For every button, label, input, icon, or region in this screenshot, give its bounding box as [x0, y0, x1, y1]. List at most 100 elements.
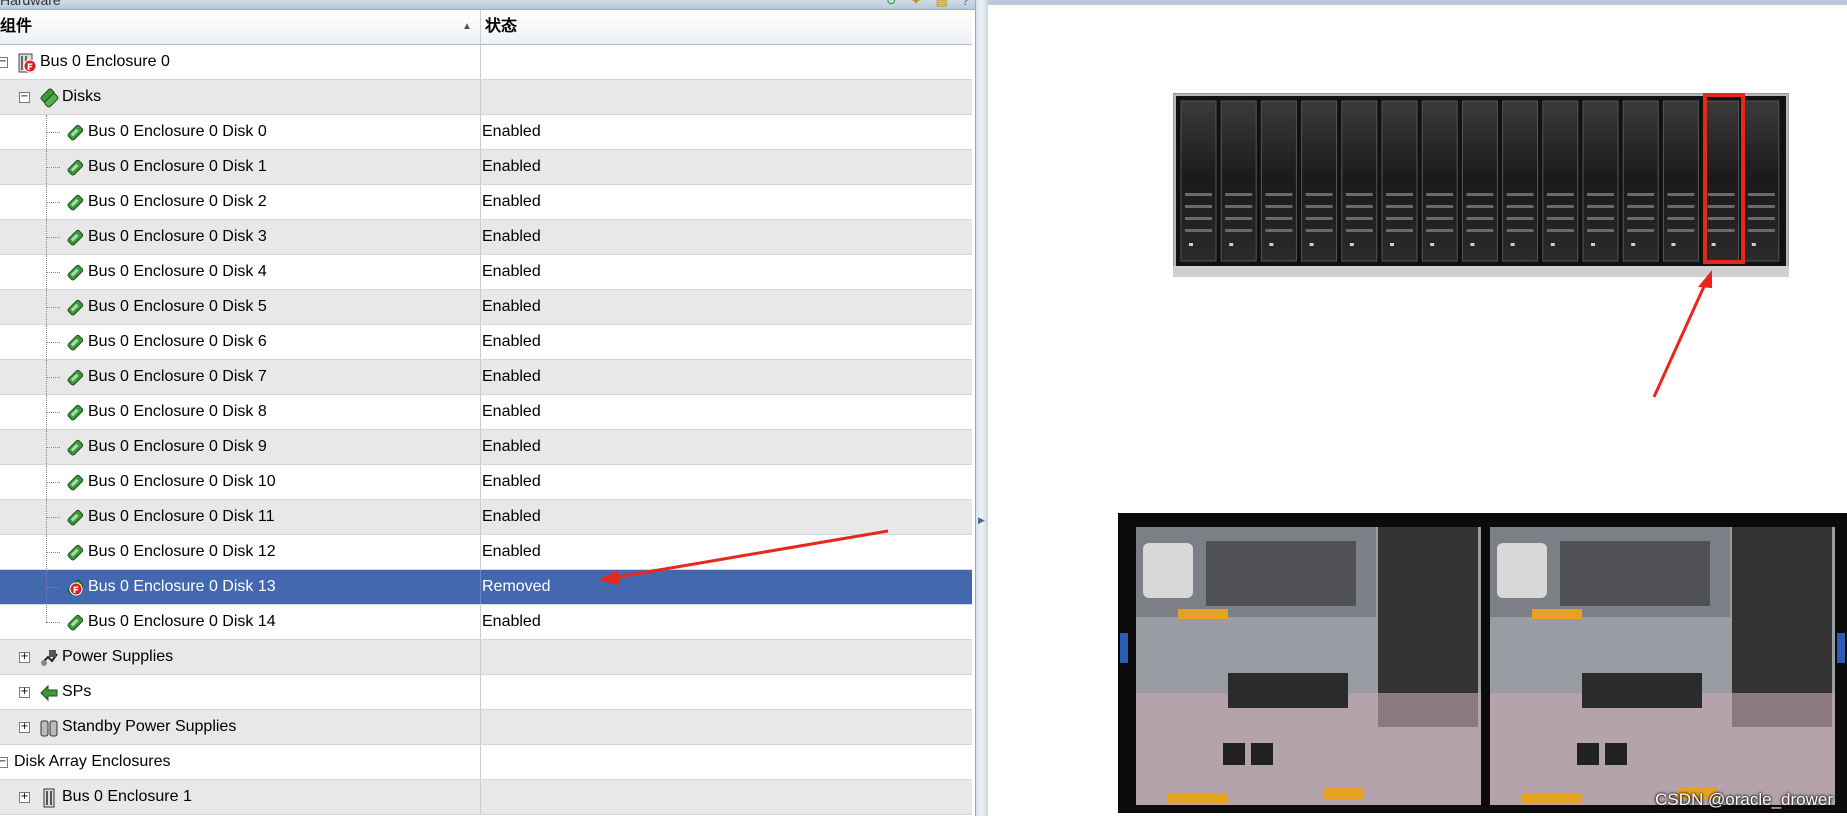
tree-row[interactable]: Bus 0 Enclosure 0 Disk 4 Enabled — [0, 255, 972, 290]
tree-row-status: Enabled — [482, 193, 541, 210]
tree-row-status: Enabled — [482, 368, 541, 385]
disk-slot — [1662, 100, 1699, 262]
storage-processor-b — [1490, 527, 1835, 805]
tree-row[interactable]: + SPs — [0, 675, 972, 710]
tree-row[interactable]: Bus 0 Enclosure 0 Disk 11 Enabled — [0, 500, 972, 535]
tree-row-label: Bus 0 Enclosure 0 Disk 5 — [88, 298, 267, 315]
disk-icon — [65, 473, 85, 493]
column-divider — [480, 395, 481, 429]
tree-row[interactable]: − Disk Array Enclosures — [0, 745, 972, 780]
table-header: 组件 ▲ 状态 — [0, 10, 972, 45]
tree-row[interactable]: Bus 0 Enclosure 0 Disk 5 Enabled — [0, 290, 972, 325]
tree-row[interactable]: − Disks — [0, 80, 972, 115]
tree-row-status: Enabled — [482, 508, 541, 525]
disk-slot — [1502, 100, 1539, 262]
watermark-text: CSDN @oracle_drower — [1655, 790, 1833, 809]
tree-row-label: SPs — [62, 683, 92, 700]
tree-row-status: Enabled — [482, 543, 541, 560]
help-icon[interactable]: ? — [962, 0, 969, 9]
tree-row[interactable]: Bus 0 Enclosure 0 Disk 12 Enabled — [0, 535, 972, 570]
disk-slot — [1461, 100, 1498, 262]
disk-icon — [65, 193, 85, 213]
tree-row-label: Bus 0 Enclosure 0 Disk 11 — [88, 508, 275, 525]
expand-toggle[interactable]: + — [19, 722, 30, 733]
column-divider — [480, 360, 481, 394]
tree-row[interactable]: Bus 0 Enclosure 0 Disk 14 Enabled — [0, 605, 972, 640]
tree-row[interactable]: + Power Supplies — [0, 640, 972, 675]
tree-row-label: Standby Power Supplies — [62, 718, 237, 735]
disk-slot — [1582, 100, 1619, 262]
column-divider — [480, 255, 481, 289]
filter-icon[interactable]: ✦ — [911, 0, 922, 9]
tree-connector — [46, 605, 47, 622]
expand-toggle[interactable]: + — [19, 652, 30, 663]
tree-row[interactable]: F Bus 0 Enclosure 0 Disk 13 Removed — [0, 570, 972, 605]
disk-icon — [65, 508, 85, 528]
tree-row[interactable]: Bus 0 Enclosure 0 Disk 2 Enabled — [0, 185, 972, 220]
tree-row-label: Power Supplies — [62, 648, 174, 665]
tree-connector — [46, 552, 60, 553]
tree-connector — [46, 307, 60, 308]
sort-ascending-icon[interactable]: ▲ — [462, 10, 472, 44]
expand-toggle[interactable]: + — [19, 792, 30, 803]
collapse-toggle[interactable]: − — [0, 757, 8, 768]
panel-splitter[interactable]: ▶ — [975, 0, 989, 816]
tree-row-label: Bus 0 Enclosure 0 Disk 1 — [88, 158, 267, 175]
tree-connector — [46, 517, 60, 518]
column-header-component[interactable]: 组件 ▲ — [0, 10, 481, 44]
tree-row[interactable]: + Standby Power Supplies — [0, 710, 972, 745]
tree-row-status: Enabled — [482, 263, 541, 280]
tree-connector — [46, 132, 60, 133]
disk-slot — [1421, 100, 1458, 262]
tree-connector — [46, 447, 60, 448]
disks-group-icon — [39, 88, 59, 108]
column-header-status[interactable]: 状态 — [485, 10, 517, 44]
column-divider — [480, 710, 481, 744]
disk-slot — [1220, 100, 1257, 262]
tree-connector — [46, 342, 60, 343]
disk-icon — [65, 123, 85, 143]
tree-connector — [46, 202, 60, 203]
collapse-arrow-icon[interactable]: ▶ — [978, 515, 985, 526]
column-divider — [480, 115, 481, 149]
column-divider — [480, 45, 481, 79]
panel-titlebar: Hardware ↻ ✦ ▤ ? — [0, 0, 975, 10]
tree-row[interactable]: Bus 0 Enclosure 0 Disk 10 Enabled — [0, 465, 972, 500]
collapse-toggle[interactable]: − — [0, 57, 8, 68]
tree-row-label: Bus 0 Enclosure 0 Disk 12 — [88, 543, 276, 560]
tree-connector — [46, 412, 60, 413]
column-divider — [480, 465, 481, 499]
tree-row[interactable]: Bus 0 Enclosure 0 Disk 1 Enabled — [0, 150, 972, 185]
tree-row-label: Bus 0 Enclosure 0 Disk 10 — [88, 473, 276, 490]
tree-row-status: Enabled — [482, 333, 541, 350]
disk-icon — [65, 368, 85, 388]
tree-row-status: Enabled — [482, 123, 541, 140]
refresh-icon[interactable]: ↻ — [886, 0, 897, 9]
collapse-toggle[interactable]: − — [19, 92, 30, 103]
tree-connector — [46, 587, 60, 588]
tree-row[interactable]: Bus 0 Enclosure 0 Disk 6 Enabled — [0, 325, 972, 360]
view-panel-border — [988, 0, 1847, 5]
svg-text:F: F — [73, 586, 79, 596]
column-divider — [480, 290, 481, 324]
tree-row[interactable]: Bus 0 Enclosure 0 Disk 3 Enabled — [0, 220, 972, 255]
tree-row[interactable]: Bus 0 Enclosure 0 Disk 8 Enabled — [0, 395, 972, 430]
column-divider — [480, 80, 481, 114]
tree-row[interactable]: Bus 0 Enclosure 0 Disk 7 Enabled — [0, 360, 972, 395]
tree-row-status: Removed — [482, 578, 551, 595]
disk-icon — [65, 403, 85, 423]
expand-toggle[interactable]: + — [19, 687, 30, 698]
column-divider — [480, 675, 481, 709]
tree-row[interactable]: Bus 0 Enclosure 0 Disk 0 Enabled — [0, 115, 972, 150]
disk-icon — [65, 543, 85, 563]
tree-row-label: Bus 0 Enclosure 0 Disk 2 — [88, 193, 267, 210]
column-divider — [480, 220, 481, 254]
tree-row-status: Enabled — [482, 298, 541, 315]
tree-row-status: Enabled — [482, 228, 541, 245]
tree-row-label: Disk Array Enclosures — [14, 753, 171, 770]
tree-row[interactable]: − F Bus 0 Enclosure 0 — [0, 45, 972, 80]
tree-row[interactable]: Bus 0 Enclosure 0 Disk 9 Enabled — [0, 430, 972, 465]
tree-row[interactable]: + Bus 0 Enclosure 1 — [0, 780, 972, 815]
tree-row-label: Bus 0 Enclosure 0 — [40, 53, 170, 70]
export-icon[interactable]: ▤ — [935, 0, 947, 9]
